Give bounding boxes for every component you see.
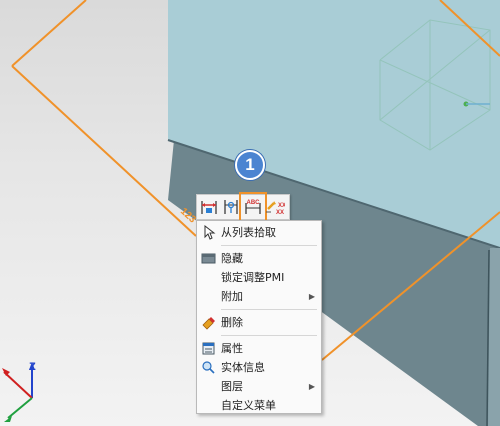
- eraser-icon: [202, 317, 215, 330]
- menu-item-properties[interactable]: 属性: [197, 339, 321, 358]
- submenu-arrow-icon: ▶: [308, 292, 315, 301]
- hide-icon: [201, 253, 216, 264]
- model-side-face[interactable]: [488, 248, 500, 426]
- dimension-horizontal-icon: [201, 201, 217, 214]
- dimension-horizontal-button[interactable]: [199, 196, 219, 218]
- dimension-text-abc-icon: ABC: [245, 200, 261, 214]
- menu-item-label: 附加: [221, 290, 243, 303]
- menu-item-label: 删除: [221, 316, 243, 329]
- entity-info-icon: [202, 361, 215, 374]
- menu-item-pick-from-list[interactable]: 从列表拾取: [197, 223, 321, 242]
- menu-item-label: 隐藏: [221, 252, 243, 265]
- toolbar-xx-bottom: XX: [276, 210, 284, 216]
- menu-item-layer[interactable]: 图层 ▶: [197, 377, 321, 396]
- menu-item-label: 属性: [221, 342, 243, 355]
- dimension-text-button[interactable]: ABC: [239, 192, 267, 222]
- pmi-mini-toolbar: ABC XX XX: [196, 192, 290, 222]
- dimension-vertical-icon: [224, 200, 238, 214]
- menu-item-label: 锁定调整PMI: [221, 271, 285, 284]
- properties-icon: [202, 342, 215, 355]
- menu-item-label: 从列表拾取: [221, 226, 276, 239]
- dimension-vertical-button[interactable]: [221, 196, 241, 218]
- menu-item-delete[interactable]: 删除: [197, 313, 321, 332]
- menu-item-attach[interactable]: 附加 ▶: [197, 287, 321, 306]
- menu-item-label: 实体信息: [221, 361, 265, 374]
- dimension-tolerance-button[interactable]: XX XX: [265, 196, 285, 218]
- submenu-arrow-icon: ▶: [308, 382, 315, 391]
- menu-separator: [221, 335, 317, 336]
- menu-separator: [221, 245, 317, 246]
- menu-separator: [221, 309, 317, 310]
- dimension-tolerance-icon: XX XX: [266, 201, 285, 216]
- coordinate-triad: Z: [2, 361, 36, 422]
- step-callout: 1: [235, 150, 265, 180]
- menu-item-label: 图层: [221, 380, 243, 393]
- menu-item-entity-info[interactable]: 实体信息: [197, 358, 321, 377]
- cursor-arrow-icon: [204, 225, 216, 240]
- menu-item-hide[interactable]: 隐藏: [197, 249, 321, 268]
- menu-item-lock-adjust-pmi[interactable]: 锁定调整PMI: [197, 268, 321, 287]
- menu-item-label: 自定义菜单: [221, 399, 276, 412]
- context-menu: 从列表拾取 隐藏 锁定调整PMI 附加 ▶ 删除 属性 实体信息 图层 ▶ 自定…: [196, 220, 322, 414]
- toolbar-xx-top: XX: [278, 203, 285, 209]
- z-axis-label: Z: [29, 361, 36, 373]
- toolbar-abc-label: ABC: [247, 200, 261, 206]
- menu-item-custom-menu[interactable]: 自定义菜单: [197, 396, 321, 415]
